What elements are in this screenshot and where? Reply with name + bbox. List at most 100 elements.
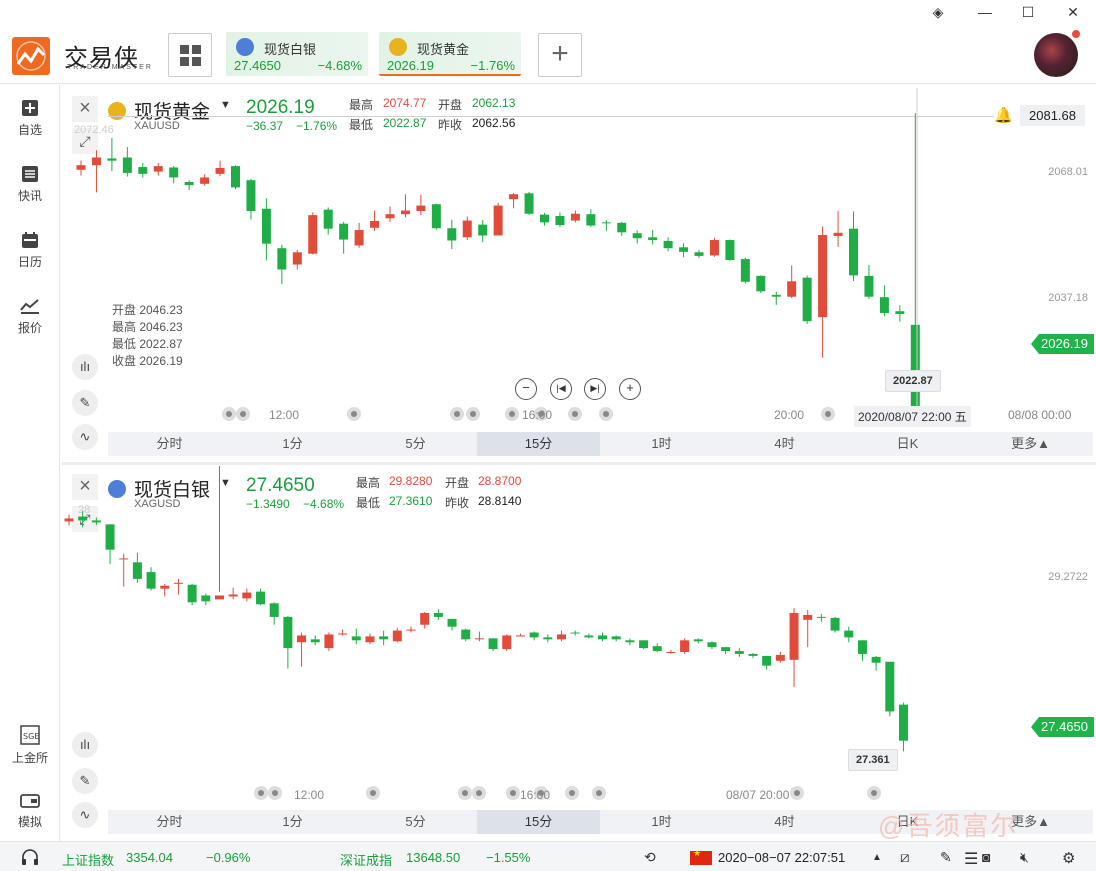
tab-gold-pct: −1.76% (470, 58, 515, 73)
candle (652, 643, 662, 653)
tf-daily[interactable]: 日K (846, 432, 969, 456)
candle-body (648, 237, 658, 241)
candle (184, 180, 194, 191)
candle-body (639, 640, 649, 649)
layout-grid-button[interactable] (168, 33, 212, 77)
jump-start-button[interactable]: |◀ (550, 378, 572, 400)
candle-body (709, 240, 719, 256)
event-marker[interactable] (458, 786, 472, 800)
mute-icon[interactable]: 🔇︎ (1020, 849, 1038, 865)
jump-end-button[interactable]: ▶| (584, 378, 606, 400)
event-marker[interactable] (450, 407, 464, 421)
x-axis-label: 08/07 20:00 (726, 788, 790, 802)
zoom-in-button[interactable]: + (619, 378, 641, 400)
candle (775, 652, 785, 663)
zoom-out-button[interactable]: − (515, 378, 537, 400)
index2-name[interactable]: 深证成指 (340, 850, 392, 869)
candle (515, 633, 525, 637)
candle-body (666, 652, 676, 654)
tf-15m[interactable]: 15分 (477, 432, 600, 456)
event-marker[interactable] (568, 407, 582, 421)
tf-15m[interactable]: 15分 (477, 810, 600, 834)
candle (529, 631, 539, 641)
candle-body (370, 220, 380, 228)
draw-icon[interactable]: ✎ (940, 849, 958, 865)
sidebar-item-news[interactable]: 快讯 (0, 165, 60, 219)
sidebar-item-sge[interactable]: SGE 上金所 (0, 725, 60, 779)
candle-body (493, 205, 503, 236)
event-marker[interactable] (347, 407, 361, 421)
candle-body (385, 214, 395, 219)
candle-body (707, 642, 717, 648)
event-marker[interactable] (466, 407, 480, 421)
tf-more[interactable]: 更多▲ (969, 432, 1092, 456)
layers-icon[interactable]: ◈ (928, 4, 948, 22)
tf-4h[interactable]: 4时 (723, 810, 846, 834)
camera-icon[interactable]: ◙ (982, 849, 1000, 865)
sidebar-item-calendar[interactable]: 日历 (0, 231, 60, 285)
candle-body (283, 616, 293, 649)
add-tab-button[interactable]: + (538, 33, 582, 77)
event-marker[interactable] (506, 786, 520, 800)
event-marker[interactable] (592, 786, 606, 800)
event-marker[interactable] (236, 407, 250, 421)
sidebar-item-quotes[interactable]: 报价 (0, 297, 60, 351)
event-marker[interactable] (867, 786, 881, 800)
silver-candlestick-chart[interactable] (62, 466, 1096, 806)
event-marker[interactable] (599, 407, 613, 421)
candle-body (601, 222, 611, 224)
tf-1m[interactable]: 1分 (231, 810, 354, 834)
x-axis-label: 20:00 (774, 408, 805, 422)
network-icon[interactable]: ⟲ (644, 849, 662, 865)
tf-tick[interactable]: 分时 (108, 810, 231, 834)
candle (648, 230, 658, 245)
sidebar-item-watchlist[interactable]: 自选 (0, 99, 60, 153)
candle-body (584, 635, 594, 638)
event-marker[interactable] (505, 407, 519, 421)
tab-silver-pct: −4.68% (317, 58, 362, 73)
tf-tick[interactable]: 分时 (108, 432, 231, 456)
tab-silver-price: 27.4650 (234, 58, 281, 73)
tab-silver[interactable]: 现货白银 27.4650 −4.68% (226, 32, 368, 76)
candle-body (570, 213, 580, 221)
tab-gold[interactable]: 现货黄金 2026.19 −1.76% (379, 32, 521, 76)
minimize-icon[interactable]: — (975, 4, 995, 22)
event-marker[interactable] (821, 407, 835, 421)
event-marker[interactable] (222, 407, 236, 421)
grid-icon (180, 45, 201, 66)
candle-body (680, 640, 690, 653)
sidebar-item-simulate[interactable]: 模拟 (0, 793, 60, 847)
event-marker[interactable] (254, 786, 268, 800)
candle-body (652, 646, 662, 652)
event-marker[interactable] (790, 786, 804, 800)
event-marker[interactable] (366, 786, 380, 800)
gold-candlestick-chart[interactable] (62, 88, 1096, 428)
candle (771, 291, 781, 305)
candle (844, 626, 854, 643)
chevron-up-icon[interactable]: ▲ (872, 852, 890, 868)
sidebar-item-label: 上金所 (11, 751, 48, 765)
maximize-icon[interactable]: ☐ (1018, 4, 1038, 22)
event-marker[interactable] (472, 786, 486, 800)
tf-1m[interactable]: 1分 (231, 432, 354, 456)
tf-1h[interactable]: 1时 (600, 810, 723, 834)
event-marker[interactable] (268, 786, 282, 800)
index1-name[interactable]: 上证指数 (62, 850, 114, 869)
no-display-icon[interactable]: ⧄ (900, 849, 918, 866)
candle-body (895, 311, 905, 314)
close-icon[interactable]: ✕ (1063, 4, 1083, 22)
tf-1h[interactable]: 1时 (600, 432, 723, 456)
headset-icon[interactable] (20, 849, 38, 865)
tf-5m[interactable]: 5分 (354, 810, 477, 834)
menu-icon[interactable]: ☰ (964, 849, 982, 868)
candle (187, 583, 197, 606)
event-marker[interactable] (565, 786, 579, 800)
news-list-icon (22, 166, 38, 182)
avatar[interactable] (1034, 33, 1078, 77)
candle-body (570, 632, 580, 634)
tf-4h[interactable]: 4时 (723, 432, 846, 456)
y-axis-label: 29.2722 (1048, 571, 1088, 583)
silver-coin-icon (236, 38, 254, 56)
tf-5m[interactable]: 5分 (354, 432, 477, 456)
settings-icon[interactable]: ⚙ (1062, 849, 1080, 867)
